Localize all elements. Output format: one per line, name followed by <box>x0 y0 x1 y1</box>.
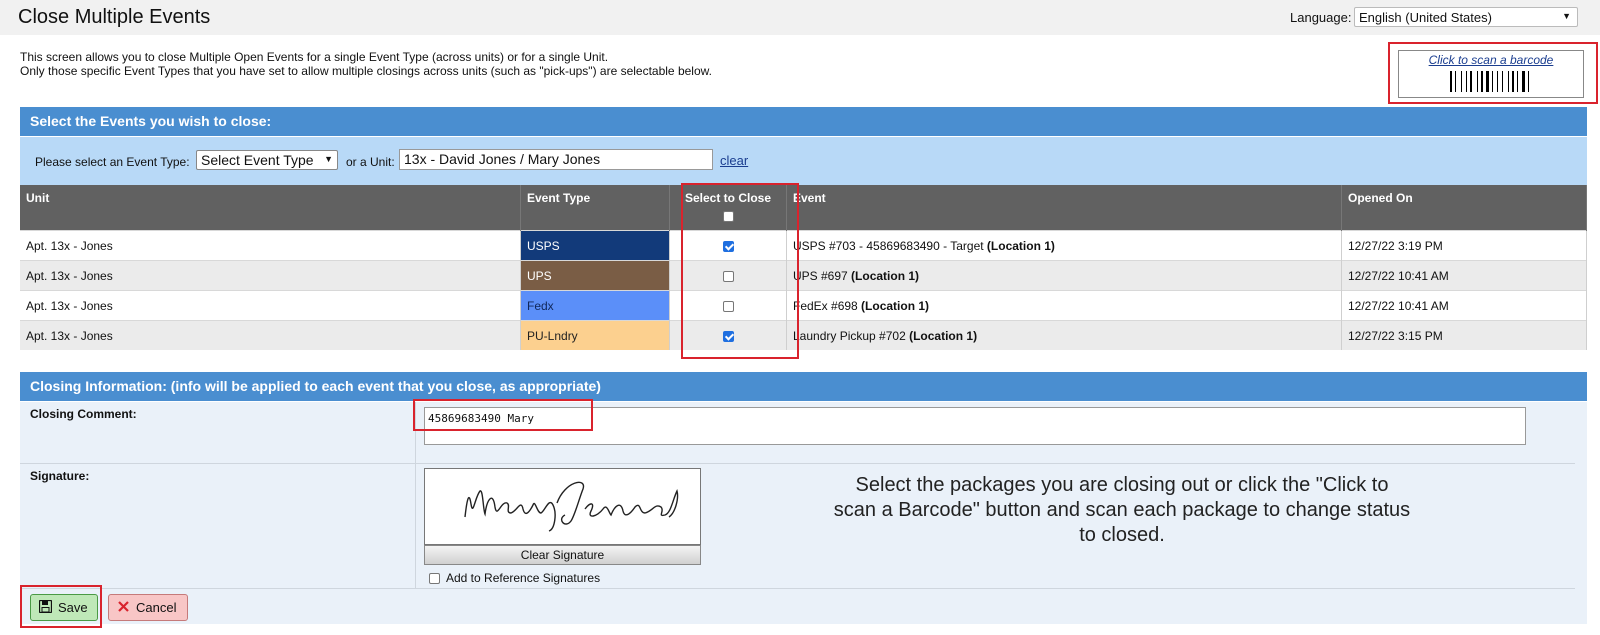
row-select-cell <box>669 260 787 291</box>
row-event-location: (Location 1) <box>861 298 930 313</box>
row-event: FedEx #698 (Location 1) <box>786 290 1342 321</box>
intro-text: This screen allows you to close Multiple… <box>20 50 712 78</box>
select-to-close-checkbox[interactable] <box>722 270 734 282</box>
row-event-location: (Location 1) <box>909 328 978 343</box>
page-title: Close Multiple Events <box>18 6 211 28</box>
chevron-down-icon: ▼ <box>1562 11 1571 21</box>
closing-section-title: Closing Information: (info will be appli… <box>20 372 1587 401</box>
col-unit: Unit <box>20 185 521 231</box>
chevron-down-icon: ▼ <box>324 154 333 164</box>
handwritten-signature <box>464 481 679 532</box>
select-to-close-checkbox[interactable] <box>722 330 734 342</box>
col-select-label: Select to Close <box>684 191 772 205</box>
instruction-note: Select the packages you are closing out … <box>833 474 1411 546</box>
select-all-checkbox[interactable] <box>722 211 734 223</box>
select-to-close-checkbox[interactable] <box>722 300 734 312</box>
clear-unit-link[interactable]: clear <box>720 153 748 168</box>
row-select-cell <box>669 230 787 261</box>
row-event-location: (Location 1) <box>851 268 920 283</box>
row-event-text: Laundry Pickup #702 <box>793 328 910 343</box>
row-event-text: UPS #697 <box>793 268 852 283</box>
row-unit: Apt. 13x - Jones <box>20 320 521 350</box>
intro-line-1: This screen allows you to close Multiple… <box>20 50 609 64</box>
scan-barcode-link[interactable]: Click to scan a barcode <box>1399 53 1583 67</box>
row-unit: Apt. 13x - Jones <box>20 290 521 321</box>
clear-signature-button[interactable]: Clear Signature <box>424 545 701 565</box>
save-button[interactable]: Save <box>30 594 98 621</box>
row-event: UPS #697 (Location 1) <box>786 260 1342 291</box>
row-event-type: USPS <box>520 230 670 261</box>
closing-divider <box>415 402 416 588</box>
select-to-close-checkbox[interactable] <box>722 240 734 252</box>
row-event-text: FedEx #698 <box>793 298 862 313</box>
col-event-type: Event Type <box>520 185 670 231</box>
barcode-icon <box>1441 71 1541 92</box>
col-event: Event <box>786 185 1342 231</box>
table-row: Apt. 13x - Jones Fedx FedEx #698 (Location… <box>20 290 1587 321</box>
table-row: Apt. 13x - Jones PU-Lndry Laundry Pickup #… <box>20 320 1587 350</box>
events-table: Unit Event Type Select to Close Event Op… <box>20 185 1587 350</box>
language-value: English (United States) <box>1359 10 1492 25</box>
row-select-cell <box>669 320 787 350</box>
event-type-label: Please select an Event Type: <box>35 155 190 169</box>
table-row: Apt. 13x - Jones USPS USPS #703 - 45869683… <box>20 230 1587 261</box>
x-icon <box>117 600 130 616</box>
row-event-location: (Location 1) <box>986 238 1055 253</box>
closing-footer-divider <box>20 588 1575 589</box>
intro-line-2: Only those specific Event Types that you… <box>20 64 712 78</box>
closing-comment-label: Closing Comment: <box>30 407 137 421</box>
row-event-type: PU-Lndry <box>520 320 670 350</box>
row-opened: 12/27/22 3:15 PM <box>1341 320 1587 350</box>
scan-barcode-button[interactable]: Click to scan a barcode <box>1398 50 1584 98</box>
add-reference-checkbox[interactable] <box>429 573 440 585</box>
events-section-title: Select the Events you wish to close: <box>20 107 1587 136</box>
row-event-type: UPS <box>520 260 670 291</box>
col-opened: Opened On <box>1341 185 1587 231</box>
closing-comment-field[interactable]: 45869683490 Mary <box>424 407 1526 445</box>
event-type-value: Select Event Type <box>201 152 314 168</box>
save-label: Save <box>58 600 88 615</box>
cancel-label: Cancel <box>136 600 177 615</box>
add-reference-signature[interactable]: Add to Reference Signatures <box>429 571 600 585</box>
unit-label: or a Unit: <box>346 155 395 169</box>
row-event-type: Fedx <box>520 290 670 321</box>
event-type-select[interactable]: Select Event Type ▼ <box>196 150 338 170</box>
table-row: Apt. 13x - Jones UPS UPS #697 (Location 1)… <box>20 260 1587 291</box>
row-opened: 12/27/22 10:41 AM <box>1341 260 1587 291</box>
row-select-cell <box>669 290 787 321</box>
row-opened: 12/27/22 10:41 AM <box>1341 290 1587 321</box>
row-event: USPS #703 - 45869683490 - Target (Locati… <box>786 230 1342 261</box>
col-select: Select to Close <box>669 185 787 231</box>
language-select[interactable]: English (United States) ▼ <box>1354 7 1578 27</box>
language-label: Language: <box>1290 10 1352 25</box>
add-reference-label: Add to Reference Signatures <box>446 571 601 585</box>
filter-row: Please select an Event Type: Select Even… <box>20 137 1587 185</box>
row-unit: Apt. 13x - Jones <box>20 230 521 261</box>
cancel-button[interactable]: Cancel <box>108 594 188 621</box>
floppy-disk-icon <box>38 599 53 616</box>
signature-label: Signature: <box>30 469 90 483</box>
row-event-text: USPS #703 - 45869683490 - Target <box>793 238 987 253</box>
closing-row-divider <box>20 463 1575 464</box>
signature-pad[interactable] <box>424 468 701 545</box>
row-unit: Apt. 13x - Jones <box>20 260 521 291</box>
unit-input[interactable]: 13x - David Jones / Mary Jones <box>399 149 713 170</box>
row-event: Laundry Pickup #702 (Location 1) <box>786 320 1342 350</box>
row-opened: 12/27/22 3:19 PM <box>1341 230 1587 261</box>
